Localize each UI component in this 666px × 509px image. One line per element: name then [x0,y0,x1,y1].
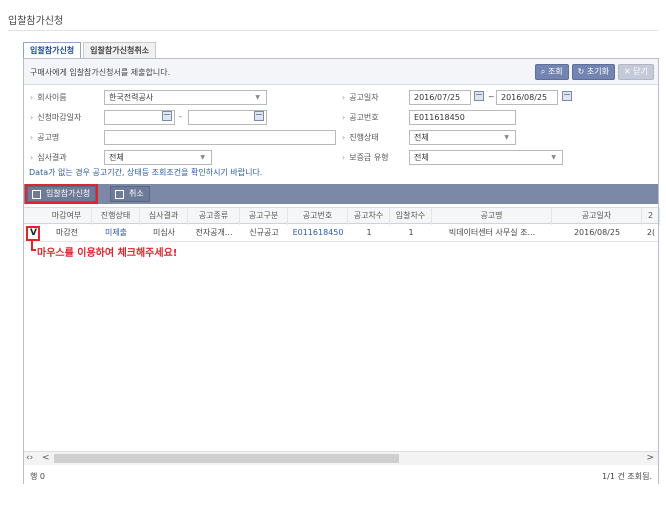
column-header[interactable]: 공고종류 [188,208,240,225]
table-cell: 2( [646,228,656,237]
search-button[interactable]: ⌕ 조회 [534,64,569,80]
table-cell: 빅데이터센터 사무실 조... [448,228,536,237]
header-bar: 구매사에게 입찰참가신청서를 제출합니다. ⌕ 조회 ↻ 초기화 ✕ 닫기 [24,59,658,85]
table-cell: 미심사 [152,228,176,237]
callout-arrow [31,241,36,251]
search-icon: ⌕ [540,67,548,76]
table-cell-link[interactable]: E011618450 [288,225,348,242]
calendar-icon[interactable] [254,111,264,121]
scrollbar-thumb[interactable] [54,454,399,463]
form-row-2: › 신청마감일자 - › 공고번호 E011618450 [24,107,658,128]
column-header[interactable]: 2 [642,208,660,225]
row-count: 행 0 [30,472,45,481]
table-cell: 마감전 [55,228,79,237]
check-mark: V [30,228,37,238]
progress-select[interactable]: 전체 [409,130,516,145]
column-header[interactable]: 공고차수 [348,208,390,225]
form-row-1: ›회사이름 한국전력공사 ›공고일자 2016/07/25 ~ 2016/08/… [24,87,658,108]
review-label: › 심사결과 [30,153,67,162]
table-row[interactable]: 마감전 미제출 미심사 전자공개... 신규공고 E011618450 1 1 … [24,225,658,242]
tab-apply-cancel[interactable]: 입찰참가신청취소 [83,42,157,59]
table-cell: 1 [366,228,372,237]
expand-icon[interactable]: ‹› [26,452,33,465]
date-range-separator: ~ [488,92,495,101]
page-title: 입찰참가신청 [8,16,64,27]
column-header[interactable]: 공고일자 [552,208,642,225]
refresh-icon: ↻ [577,67,587,76]
cancel-icon [115,190,124,199]
notice-no-input[interactable]: E011618450 [409,110,516,125]
column-header[interactable]: 공고명 [432,208,552,225]
row-checkbox[interactable]: V [26,226,40,241]
title-divider [8,30,658,31]
grid-header: 마감여부 진행상태 심사결과 공고종류 공고구분 공고번호 공고차수 입찰차수 … [24,207,660,225]
column-header[interactable]: 공고구분 [240,208,288,225]
deposit-select[interactable]: 전체 [409,150,563,165]
scroll-right-icon[interactable]: > [646,452,654,465]
form-row-4: ›심사결과 전체 ›보증금 유형 전체 [24,147,658,168]
apply-button[interactable]: 입찰참가신청 [24,184,99,204]
scroll-left-icon[interactable]: < [42,452,50,465]
form-row-3: › 공고명 › 진행상태 전체 [24,127,658,148]
column-header[interactable]: 진행상태 [92,208,140,225]
reset-button[interactable]: ↻ 초기화 [571,64,616,80]
calendar-icon[interactable] [474,91,484,101]
callout-text: 마우스를 이용하여 체크해주세요! [37,248,178,259]
tab-apply[interactable]: 입찰참가신청 [23,42,82,59]
notice-date-to-input[interactable]: 2016/08/25 [496,90,558,105]
deposit-label: › 보증금 유형 [342,153,389,162]
deadline-label: › 신청마감일자 [30,113,82,122]
close-button[interactable]: ✕ 닫기 [618,64,654,80]
notice-date-label: › 공고일자 [342,93,379,102]
page-info: 1/1 건 조회됨. [602,472,652,481]
grid-footer: 행 0 1/1 건 조회됨. [24,466,658,484]
close-icon: ✕ [624,67,634,76]
horizontal-scrollbar[interactable]: ‹› < > [24,451,658,465]
buyer-select[interactable]: 한국전력공사 [104,90,267,105]
tab-strip: 입찰참가신청 입찰참가신청취소 [23,42,158,59]
notice-name-label: › 공고명 [30,133,60,142]
table-cell: 전자공개... [195,228,233,237]
header-message: 구매사에게 입찰참가신청서를 제출합니다. [30,68,171,77]
column-header[interactable]: 공고번호 [288,208,348,225]
column-header[interactable]: 입찰차수 [390,208,432,225]
header-buttons: ⌕ 조회 ↻ 초기화 ✕ 닫기 [534,64,654,80]
notice-no-label: › 공고번호 [342,113,379,122]
document-icon [32,190,41,199]
table-cell: 신규공고 [249,228,279,237]
column-header[interactable]: 심사결과 [140,208,188,225]
deadline-range-separator: - [179,112,182,121]
table-cell: 2016/08/25 [573,228,621,237]
table-cell-link[interactable]: 미제출 [92,225,140,242]
review-select[interactable]: 전체 [104,150,212,165]
table-cell: 1 [408,228,414,237]
column-header[interactable]: 마감여부 [42,208,92,225]
progress-label: › 진행상태 [342,133,379,142]
action-toolbar: 입찰참가신청 취소 [24,184,658,204]
main-panel: 구매사에게 입찰참가신청서를 제출합니다. ⌕ 조회 ↻ 초기화 ✕ 닫기 › 회… [23,58,660,484]
notice-hint: Data가 없는 경우 공고기간, 상태등 조회조건을 확인하시기 바랍니다. [29,168,263,177]
notice-date-from-input[interactable]: 2016/07/25 [409,90,471,105]
notice-name-input[interactable] [104,130,336,145]
cancel-button[interactable]: 취소 [110,186,150,202]
buyer-label: › 회사이름 [30,93,67,102]
calendar-icon[interactable] [162,111,172,121]
calendar-icon[interactable] [562,91,572,101]
